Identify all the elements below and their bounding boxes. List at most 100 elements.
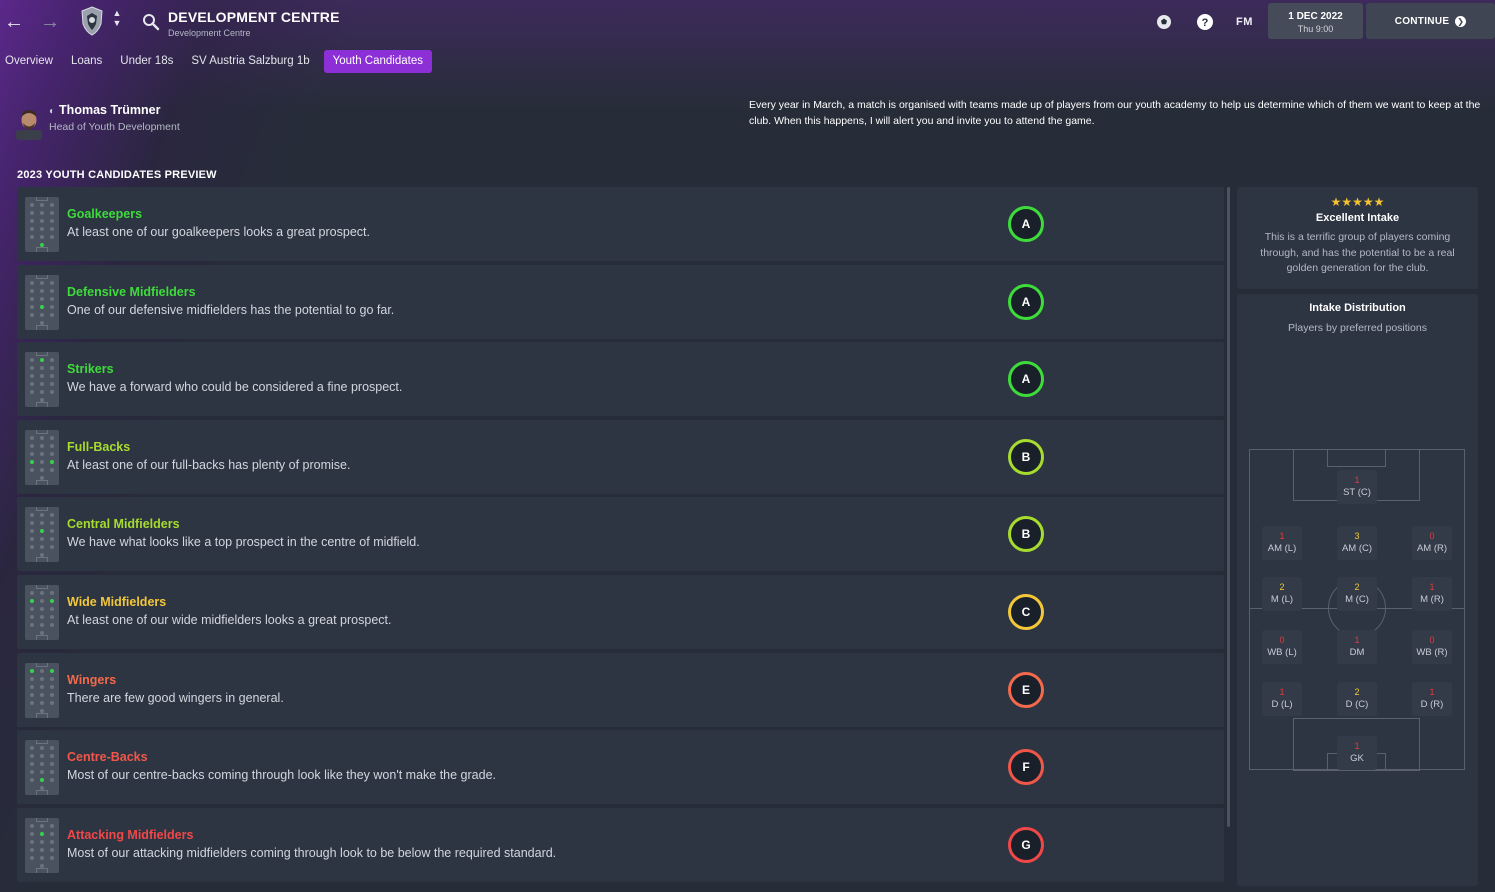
mini-pitch-dot xyxy=(30,668,34,673)
mini-goal-bottom xyxy=(36,867,48,873)
mini-pitch-dot xyxy=(40,390,44,395)
mini-pitch-dot xyxy=(50,778,54,783)
intake-rating-card: ★★★★★ Excellent Intake This is a terrifi… xyxy=(1237,187,1478,289)
mini-pitch-dot xyxy=(40,358,44,363)
mini-pitch-dot xyxy=(30,219,34,223)
grade-badge: G xyxy=(1008,826,1044,863)
mini-pitch-dot xyxy=(50,288,54,293)
mini-goal-top xyxy=(36,274,48,279)
mini-pitch-dot xyxy=(40,598,44,603)
grade-badge: E xyxy=(1008,671,1044,708)
mini-pitch-dot xyxy=(30,823,34,828)
mini-pitch-dot xyxy=(40,243,44,247)
candidate-row-full-backs[interactable]: Full-Backs At least one of our full-back… xyxy=(17,419,1224,494)
candidate-row-strikers[interactable]: Strikers We have a forward who could be … xyxy=(17,342,1224,417)
mini-goal-bottom xyxy=(36,712,48,718)
mini-pitch-dot xyxy=(30,590,34,595)
mini-goal-bottom xyxy=(36,479,48,485)
candidate-row-central-midfielders[interactable]: Central Midfielders We have what looks l… xyxy=(17,497,1224,572)
mini-pitch-dot xyxy=(50,235,54,239)
candidate-description: At least one of our wide midfielders loo… xyxy=(67,612,392,627)
position-block-gk: 1 GK xyxy=(1337,736,1377,770)
position-block-st-c: 1 ST (C) xyxy=(1337,470,1377,504)
mini-pitch-dot xyxy=(30,459,34,464)
search-icon[interactable] xyxy=(142,13,160,31)
mini-pitch-dot xyxy=(40,459,44,464)
position-label: DM xyxy=(1349,647,1365,658)
tab-under-18s[interactable]: Under 18s xyxy=(112,50,183,73)
tab-b-team[interactable]: SV Austria Salzburg 1b xyxy=(183,50,319,73)
mini-pitch-dot xyxy=(30,606,34,611)
candidate-description: At least one of our goalkeepers looks a … xyxy=(67,225,370,239)
mini-pitch-dot xyxy=(30,304,34,309)
club-badge-icon[interactable] xyxy=(80,6,104,36)
fm-logo[interactable]: FM xyxy=(1236,16,1253,28)
mini-pitch-dot xyxy=(40,762,44,767)
tab-youth-candidates[interactable]: Youth Candidates xyxy=(323,49,432,73)
date-display[interactable]: 1 DEC 2022 Thu 9:00 xyxy=(1268,3,1363,39)
mini-pitch-icon xyxy=(25,817,59,873)
mini-pitch-dot xyxy=(50,762,54,767)
mini-pitch-dot xyxy=(30,831,34,836)
mini-pitch-dot xyxy=(40,668,44,673)
continue-button[interactable]: CONTINUE ❯ xyxy=(1366,3,1495,39)
position-label: WB (R) xyxy=(1416,647,1448,658)
mini-pitch-dot xyxy=(40,443,44,448)
club-switch-icon[interactable]: ▲ ▼ xyxy=(111,8,123,36)
mini-pitch-dot xyxy=(50,459,54,464)
grade-badge: F xyxy=(1008,749,1044,786)
mini-pitch-dot xyxy=(50,590,54,595)
mini-pitch-dot xyxy=(40,708,44,713)
mini-pitch-dot xyxy=(50,823,54,828)
position-count: 1 xyxy=(1354,741,1360,751)
candidate-title: Wingers xyxy=(67,672,117,687)
mini-pitch-dot xyxy=(50,614,54,619)
position-count: 0 xyxy=(1429,635,1435,645)
candidate-description: At least one of our full-backs has plent… xyxy=(67,457,351,472)
mini-pitch-dot xyxy=(40,211,44,215)
mini-pitch-dot xyxy=(30,598,34,603)
list-scrollbar[interactable] xyxy=(1227,187,1230,827)
candidate-row-wingers[interactable]: Wingers There are few good wingers in ge… xyxy=(17,652,1224,727)
position-label: M (L) xyxy=(1270,594,1294,605)
star-rating-icon: ★★★★★ xyxy=(1330,195,1385,209)
candidate-row-goalkeepers[interactable]: Goalkeepers At least one of our goalkeep… xyxy=(17,187,1224,261)
mini-pitch-dot xyxy=(30,622,34,627)
staff-avatar[interactable] xyxy=(16,108,42,140)
mini-goal-top xyxy=(36,817,48,822)
mini-pitch-dot xyxy=(30,614,34,619)
forward-arrow-icon[interactable]: → xyxy=(38,10,62,34)
help-icon[interactable]: ? xyxy=(1195,12,1215,32)
candidate-row-centre-backs[interactable]: Centre-Backs Most of our centre-backs co… xyxy=(17,730,1224,805)
continue-label: CONTINUE xyxy=(1394,15,1450,27)
info-text: Every year in March, a match is organise… xyxy=(749,99,1481,127)
football-icon[interactable] xyxy=(1154,12,1174,32)
mini-pitch-dot xyxy=(40,545,44,550)
back-arrow-icon[interactable]: ← xyxy=(2,10,26,34)
position-block-m-c: 2 M (C) xyxy=(1337,577,1377,611)
staff-name-text: Thomas Trümner xyxy=(59,103,161,117)
position-count: 2 xyxy=(1354,687,1360,697)
mini-pitch-dot xyxy=(40,746,44,751)
position-count: 1 xyxy=(1429,582,1435,592)
mini-pitch-dot xyxy=(40,855,44,860)
tab-overview[interactable]: Overview xyxy=(0,50,63,73)
mini-pitch-dot xyxy=(40,754,44,759)
position-count: 0 xyxy=(1279,635,1285,645)
mini-pitch-dot xyxy=(30,700,34,705)
candidate-row-attacking-midfielders[interactable]: Attacking Midfielders Most of our attack… xyxy=(17,807,1224,882)
mini-pitch-dot xyxy=(40,692,44,697)
candidate-description: We have a forward who could be considere… xyxy=(67,380,403,395)
grade-badge: B xyxy=(1008,516,1044,553)
mini-pitch-dot xyxy=(40,521,44,526)
mini-pitch-dot xyxy=(30,513,34,518)
candidate-row-defensive-midfielders[interactable]: Defensive Midfielders One of our defensi… xyxy=(17,264,1224,339)
position-label: D (L) xyxy=(1271,699,1293,710)
candidate-row-wide-midfielders[interactable]: Wide Midfielders At least one of our wid… xyxy=(17,574,1224,649)
staff-name[interactable]: ◐ Thomas Trümner xyxy=(49,103,160,117)
mini-pitch-dot xyxy=(50,227,54,231)
tab-loans[interactable]: Loans xyxy=(63,50,112,73)
mini-pitch-dot xyxy=(30,211,34,215)
mini-pitch-dot xyxy=(50,513,54,518)
mini-pitch-dot xyxy=(40,847,44,852)
